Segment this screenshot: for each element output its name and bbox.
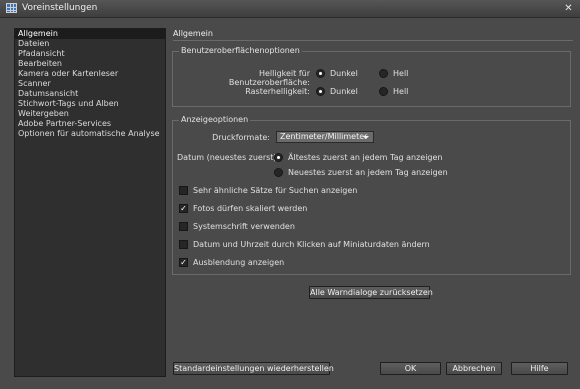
similar-sets-label: Sehr ähnliche Sätze für Suchen anzeigen [193,186,358,195]
brightness-light-radio[interactable] [379,69,388,78]
date-newest-first-radio[interactable] [274,168,283,177]
ok-button[interactable]: OK [380,362,441,375]
display-options-legend: Anzeigeoptionen [179,115,251,124]
sidebar-item-bearbeiten[interactable]: Bearbeiten [15,59,165,69]
date-oldest-first-label: Ältestes zuerst an jedem Tag anzeigen [288,153,443,162]
reset-warnings-button[interactable]: Alle Warndialoge zurücksetzen [309,286,433,299]
sidebar-item-datumsansicht[interactable]: Datumsansicht [15,89,165,99]
show-fade-checkbox[interactable]: ✓ [179,258,188,267]
edit-date-time-label: Datum und Uhrzeit durch Klicken auf Mini… [193,240,430,249]
print-format-select[interactable]: Zentimeter/Millimeter [276,131,374,143]
edit-date-time-checkbox[interactable] [179,240,188,249]
similar-sets-checkbox[interactable] [179,186,188,195]
sidebar-category-list: Allgemein Dateien Pfadansicht Bearbeiten… [14,28,166,377]
raster-dark-label: Dunkel [330,87,358,96]
show-fade-label: Ausblendung anzeigen [193,258,285,267]
sidebar-item-pfadansicht[interactable]: Pfadansicht [15,49,165,59]
system-font-checkbox[interactable] [179,222,188,231]
raster-light-label: Hell [393,87,409,96]
help-button[interactable]: Hilfe [511,362,568,375]
checkmark-icon: ✓ [180,204,187,213]
print-format-label: Druckformate: [212,133,270,142]
raster-brightness-label: Rasterhelligkeit: [245,87,310,96]
brightness-dark-label: Dunkel [330,69,358,78]
allow-scaling-checkbox[interactable]: ✓ [179,204,188,213]
brightness-label: Helligkeit für Benutzeroberfläche: [228,69,310,87]
chevron-down-icon [363,136,369,139]
raster-light-radio[interactable] [379,87,388,96]
close-icon[interactable]: ✕ [563,3,574,14]
system-font-label: Systemschrift verwenden [193,222,295,231]
app-grid-icon [6,3,17,13]
sidebar-item-weitergeben[interactable]: Weitergeben [15,109,165,119]
allow-scaling-label: Fotos dürfen skaliert werden [193,204,308,213]
window-title: Voreinstellungen [22,3,98,13]
sidebar-item-dateien[interactable]: Dateien [15,39,165,49]
cancel-button[interactable]: Abbrechen [446,362,502,375]
date-oldest-first-radio[interactable] [274,153,283,162]
date-order-label: Datum (neuestes zuerst): [177,153,280,162]
checkmark-icon: ✓ [180,258,187,267]
print-format-value: Zentimeter/Millimeter [280,132,368,141]
brightness-light-label: Hell [393,69,409,78]
restore-defaults-button[interactable]: Standardeinstellungen wiederherstellen [173,362,334,375]
sidebar-item-automatische-analyse[interactable]: Optionen für automatische Analyse [15,129,165,139]
title-divider [173,40,573,41]
page-title: Allgemein [173,29,213,38]
brightness-dark-radio[interactable] [316,69,325,78]
ui-options-legend: Benutzeroberflächenoptionen [179,46,302,55]
sidebar-item-kamera[interactable]: Kamera oder Kartenleser [15,69,165,79]
date-newest-first-label: Neuestes zuerst an jedem Tag anzeigen [288,168,448,177]
title-bar: Voreinstellungen ✕ [0,0,580,18]
raster-dark-radio[interactable] [316,87,325,96]
display-options-group: Anzeigeoptionen [172,115,571,275]
sidebar-item-allgemein[interactable]: Allgemein [15,29,165,39]
sidebar-item-scanner[interactable]: Scanner [15,79,165,89]
sidebar-item-stichwort-tags[interactable]: Stichwort-Tags und Alben [15,99,165,109]
sidebar-item-partner-services[interactable]: Adobe Partner-Services [15,119,165,129]
